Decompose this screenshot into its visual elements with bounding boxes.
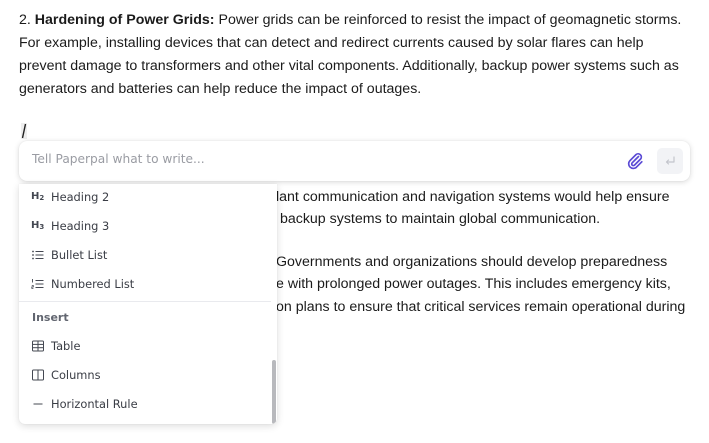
- hidden-text-line-2: backup systems to maintain global commun…: [276, 211, 601, 227]
- menu-item-label: Bullet List: [51, 248, 108, 262]
- editor-canvas: 2. Hardening of Power Grids: Power grids…: [0, 0, 709, 443]
- slash-command-menu[interactable]: H2 Heading 2 H3 Heading 3 Bullet List Nu…: [19, 184, 277, 424]
- menu-item-horizontal-rule[interactable]: Horizontal Rule: [19, 391, 271, 417]
- menu-item-label: Numbered List: [51, 277, 135, 291]
- text-cursor-icon: [21, 123, 27, 139]
- paragraph-line-4: generators and batteries can help reduce…: [19, 81, 422, 97]
- menu-item-bullet-list[interactable]: Bullet List: [19, 242, 271, 268]
- bullet-list-icon: [32, 250, 44, 260]
- paragraph-line-2: For example, installing devices that can…: [19, 35, 644, 51]
- menu-item-label: Columns: [51, 368, 101, 382]
- paragraph-line-3: prevent damage to transformers and other…: [19, 58, 679, 74]
- menu-item-label: Heading 2: [51, 190, 110, 204]
- hidden-text-line-4: e with prolonged power outages. This inc…: [276, 276, 671, 292]
- paragraph-line-1-text: Power grids can be reinforced to resist …: [218, 12, 682, 28]
- menu-item-label: Horizontal Rule: [51, 397, 138, 411]
- menu-item-columns[interactable]: Columns: [19, 362, 271, 388]
- hidden-text-line-3: Governments and organizations should dev…: [276, 254, 668, 270]
- hidden-text-line-1: lant communication and navigation system…: [276, 189, 670, 205]
- menu-item-heading-3[interactable]: H3 Heading 3: [19, 213, 271, 239]
- heading-2-icon: H2: [31, 191, 45, 202]
- columns-icon: [32, 369, 44, 381]
- menu-item-label: Heading 3: [51, 219, 110, 233]
- paperclip-icon[interactable]: [625, 151, 645, 171]
- return-arrow-icon: [665, 156, 675, 165]
- ai-prompt-bar[interactable]: Tell Paperpal what to write...: [19, 141, 690, 181]
- prompt-input[interactable]: Tell Paperpal what to write...: [32, 152, 205, 166]
- submit-button[interactable]: [657, 148, 683, 174]
- paragraph-bold-title: Hardening of Power Grids:: [34, 12, 215, 28]
- horizontal-rule-icon: [33, 403, 43, 405]
- paragraph-line-1: 2. Hardening of Power Grids: Power grids…: [19, 9, 681, 32]
- menu-section-heading: Insert: [32, 311, 69, 324]
- menu-divider: [19, 301, 275, 302]
- menu-item-label: Table: [51, 339, 81, 353]
- hidden-text-line-5: on plans to ensure that critical service…: [276, 299, 686, 315]
- numbered-list-icon: [31, 279, 44, 289]
- menu-item-heading-2[interactable]: H2 Heading 2: [19, 184, 271, 210]
- table-icon: [32, 340, 44, 352]
- list-number: 2.: [19, 12, 31, 28]
- menu-item-table[interactable]: Table: [19, 333, 271, 359]
- menu-item-numbered-list[interactable]: Numbered List: [19, 271, 271, 297]
- menu-scrollbar-thumb[interactable]: [272, 360, 276, 424]
- heading-3-icon: H3: [31, 220, 45, 231]
